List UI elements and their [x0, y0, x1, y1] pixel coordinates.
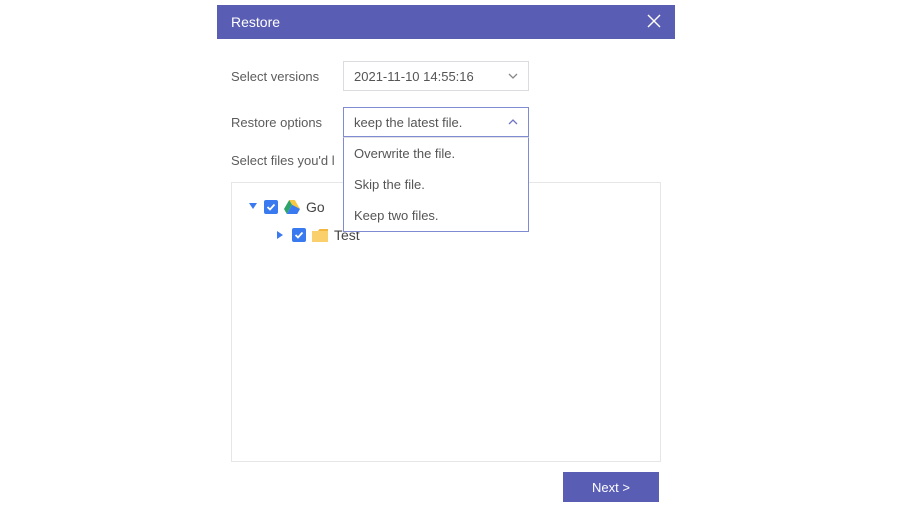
- restore-options-select[interactable]: keep the latest file. Overwrite the file…: [343, 107, 529, 137]
- google-drive-icon: [284, 199, 300, 215]
- caret-right-icon[interactable]: [276, 230, 286, 240]
- dialog-title: Restore: [231, 14, 280, 30]
- tree-root-checkbox[interactable]: [264, 200, 278, 214]
- restore-option-skip[interactable]: Skip the file.: [344, 169, 528, 200]
- folder-icon: [312, 227, 328, 243]
- restore-option-overwrite[interactable]: Overwrite the file.: [344, 138, 528, 169]
- restore-options-value: keep the latest file.: [354, 115, 462, 130]
- dialog-body: Select versions 2021-11-10 14:55:16 Rest…: [217, 39, 675, 512]
- chevron-down-icon: [508, 71, 518, 81]
- versions-value: 2021-11-10 14:55:16: [354, 69, 474, 84]
- restore-dialog: Restore Select versions 2021-11-10 14:55…: [217, 5, 675, 512]
- restore-option-keep-two[interactable]: Keep two files.: [344, 200, 528, 231]
- restore-options-row: Restore options keep the latest file. Ov…: [231, 107, 661, 137]
- versions-select[interactable]: 2021-11-10 14:55:16: [343, 61, 529, 91]
- versions-label: Select versions: [231, 69, 343, 84]
- dialog-footer: Next >: [231, 462, 661, 502]
- dialog-titlebar: Restore: [217, 5, 675, 39]
- versions-row: Select versions 2021-11-10 14:55:16: [231, 61, 661, 91]
- caret-down-icon[interactable]: [248, 202, 258, 212]
- chevron-up-icon: [508, 117, 518, 127]
- tree-root-label: Go: [306, 199, 325, 215]
- next-button[interactable]: Next >: [563, 472, 659, 502]
- close-icon[interactable]: [647, 14, 661, 31]
- restore-options-dropdown: Overwrite the file. Skip the file. Keep …: [343, 137, 529, 232]
- tree-child-checkbox[interactable]: [292, 228, 306, 242]
- restore-options-label: Restore options: [231, 115, 343, 130]
